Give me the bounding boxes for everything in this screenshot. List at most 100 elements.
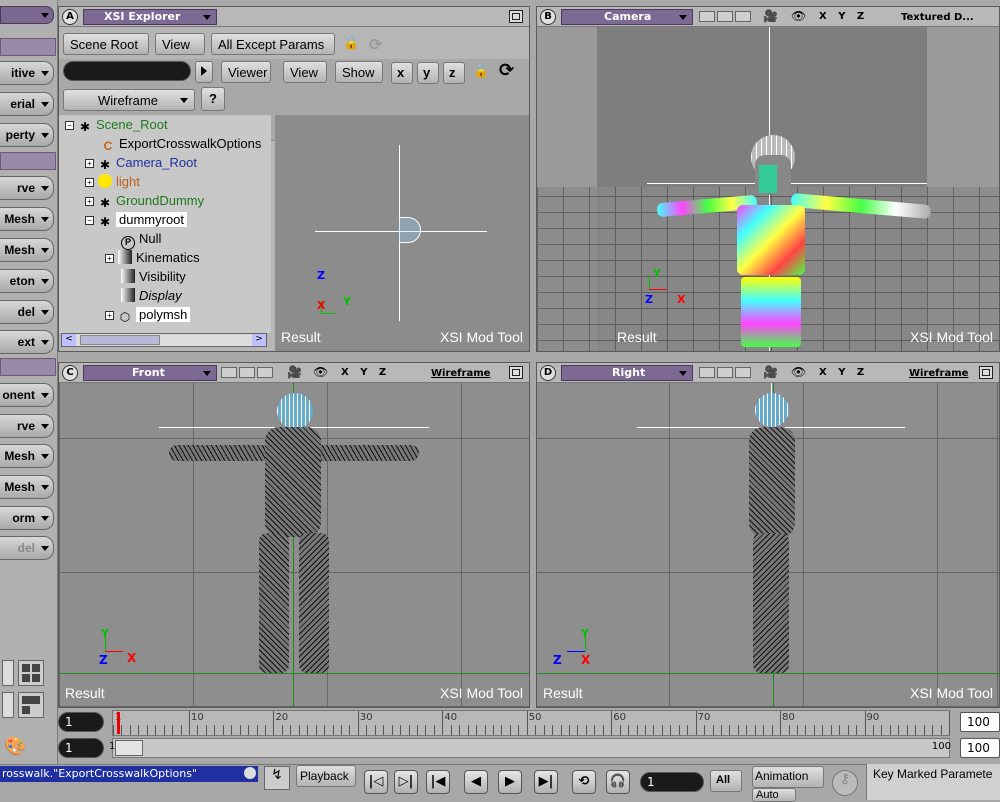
- refresh-icon[interactable]: ⟳: [369, 35, 389, 55]
- grid-layout-icon[interactable]: [18, 660, 44, 686]
- single-layout-icon[interactable]: [18, 692, 44, 718]
- front-dropdown[interactable]: Front: [83, 365, 217, 381]
- tree-item-kinematics[interactable]: + Kinematics: [105, 250, 200, 269]
- maximize-icon[interactable]: [979, 366, 993, 379]
- filter-button[interactable]: All Except Params: [211, 33, 335, 55]
- palette-icon[interactable]: 🎨: [4, 736, 26, 757]
- toggle-3[interactable]: [735, 11, 751, 22]
- scroll-left-icon[interactable]: <: [62, 334, 76, 346]
- panel-letter[interactable]: B: [540, 9, 556, 25]
- right-viewport[interactable]: Y Z X Result XSI Mod Tool: [537, 383, 999, 707]
- toggle-1[interactable]: [221, 367, 237, 378]
- play-forward-icon[interactable]: ▶: [498, 770, 522, 794]
- scroll-right-icon[interactable]: >: [252, 334, 266, 346]
- tree-item-scene-root[interactable]: − ✱ Scene_Root: [65, 117, 168, 136]
- first-frame-icon[interactable]: |◁: [364, 770, 388, 794]
- tree-horizontal-scrollbar[interactable]: < >: [61, 333, 267, 347]
- camera-icon[interactable]: 🎥: [763, 9, 778, 23]
- range-start-field[interactable]: 1: [58, 738, 104, 758]
- play-backward-icon[interactable]: ◀: [464, 770, 488, 794]
- tree-item-camera-root[interactable]: + ✱ Camera_Root: [85, 155, 197, 174]
- tree-item-light[interactable]: + light: [85, 174, 140, 193]
- toolbar-button-model-2[interactable]: del: [0, 536, 54, 560]
- toolbar-button-text[interactable]: ext: [0, 330, 54, 354]
- eye-icon[interactable]: 👁: [313, 365, 328, 379]
- timeline-playhead[interactable]: [117, 712, 120, 734]
- toolbar-button-property[interactable]: perty: [0, 123, 54, 147]
- key-marked-panel[interactable]: Key Marked Paramete: [866, 764, 1000, 800]
- toolbar-button-skeleton[interactable]: eton: [0, 269, 54, 293]
- eye-icon[interactable]: 👁: [791, 365, 806, 379]
- panel-letter[interactable]: C: [62, 365, 78, 381]
- search-arrow-button[interactable]: [195, 61, 213, 83]
- range-end-field[interactable]: 100: [960, 738, 1000, 758]
- expand-icon[interactable]: +: [85, 197, 94, 206]
- range-slider[interactable]: 1 100: [109, 738, 951, 758]
- timeline-start-field[interactable]: 1: [58, 712, 104, 732]
- xyz-toggle[interactable]: X Y Z: [819, 11, 868, 22]
- camera-dropdown[interactable]: Camera: [561, 9, 693, 25]
- maximize-icon[interactable]: [509, 10, 523, 23]
- front-viewport[interactable]: Y Z X Result XSI Mod Tool: [59, 383, 529, 707]
- display-mode-dropdown[interactable]: Wireframe: [431, 368, 490, 379]
- all-button[interactable]: All: [710, 770, 742, 792]
- explorer-title-dropdown[interactable]: XSI Explorer: [83, 9, 217, 25]
- toggle-3[interactable]: [735, 367, 751, 378]
- explorer-mini-viewport[interactable]: Z X Y Result XSI Mod Tool: [275, 115, 529, 351]
- tree-item-dummyroot[interactable]: − ✱ dummyroot: [85, 212, 188, 231]
- toggle-3[interactable]: [257, 367, 273, 378]
- toggle-1[interactable]: [699, 11, 715, 22]
- rewind-icon[interactable]: |◀: [426, 770, 450, 794]
- tree-item-ground-dummy[interactable]: + ✱ GroundDummy: [85, 193, 204, 212]
- axis-x-button[interactable]: x: [391, 62, 413, 84]
- timeline-ruler[interactable]: 1102030405060708090: [112, 710, 950, 736]
- eye-icon[interactable]: 👁: [791, 9, 806, 23]
- toggle-2[interactable]: [717, 11, 733, 22]
- timeline-end-field[interactable]: 100: [960, 712, 1000, 732]
- toolbar-menu-dropdown[interactable]: [0, 6, 54, 24]
- display-mode-dropdown[interactable]: Wireframe: [909, 368, 968, 379]
- expand-icon[interactable]: +: [105, 254, 114, 263]
- toolbar-button-deform[interactable]: orm: [0, 506, 54, 530]
- loop-icon[interactable]: ⟲: [572, 770, 596, 794]
- layout-button-2[interactable]: [2, 692, 14, 718]
- show-button[interactable]: Show: [335, 61, 383, 83]
- tree-item-display[interactable]: Display: [121, 288, 182, 307]
- tree-item-null[interactable]: P Null: [121, 231, 161, 250]
- expand-icon[interactable]: +: [85, 159, 94, 168]
- current-frame-field[interactable]: 1: [640, 772, 704, 792]
- axis-y-button[interactable]: y: [417, 62, 439, 84]
- scripting-icon[interactable]: ↯: [264, 766, 290, 790]
- last-frame-icon[interactable]: ▷|: [394, 770, 418, 794]
- audio-icon[interactable]: 🎧: [606, 770, 630, 794]
- playback-button[interactable]: Playback: [296, 765, 356, 787]
- maximize-icon[interactable]: [509, 366, 523, 379]
- range-slider-thumb[interactable]: [115, 740, 143, 756]
- panel-letter[interactable]: D: [540, 365, 556, 381]
- expand-icon[interactable]: +: [85, 178, 94, 187]
- viewer-button[interactable]: Viewer: [221, 61, 271, 83]
- lock-icon[interactable]: 🔒: [473, 64, 489, 79]
- collapse-icon[interactable]: −: [85, 216, 94, 225]
- xyz-toggle[interactable]: X Y Z: [341, 367, 390, 378]
- wireframe-dropdown[interactable]: Wireframe: [63, 89, 195, 111]
- view-button[interactable]: View: [155, 33, 205, 55]
- toggle-2[interactable]: [717, 367, 733, 378]
- right-dropdown[interactable]: Right: [561, 365, 693, 381]
- tree-item-export-options[interactable]: C ExportCrosswalkOptions: [101, 136, 262, 155]
- xyz-toggle[interactable]: X Y Z: [819, 367, 868, 378]
- toolbar-button-curve[interactable]: rve: [0, 176, 54, 200]
- toolbar-button-material[interactable]: erial: [0, 92, 54, 116]
- collapse-icon[interactable]: −: [65, 121, 74, 130]
- camera-viewport[interactable]: Z X Y Result XSI Mod Tool: [537, 27, 999, 351]
- tree-item-visibility[interactable]: Visibility: [121, 269, 186, 288]
- chevron-down-icon[interactable]: [244, 767, 256, 779]
- help-button[interactable]: ?: [201, 87, 225, 111]
- toolbar-button-mesh-2[interactable]: Mesh: [0, 238, 54, 262]
- axis-z-button[interactable]: z: [443, 62, 465, 84]
- toggle-2[interactable]: [239, 367, 255, 378]
- camera-icon[interactable]: 🎥: [287, 365, 302, 379]
- view2-button[interactable]: View: [283, 61, 327, 83]
- scope-button[interactable]: Scene Root: [63, 33, 149, 55]
- toolbar-button-curve-2[interactable]: rve: [0, 414, 54, 438]
